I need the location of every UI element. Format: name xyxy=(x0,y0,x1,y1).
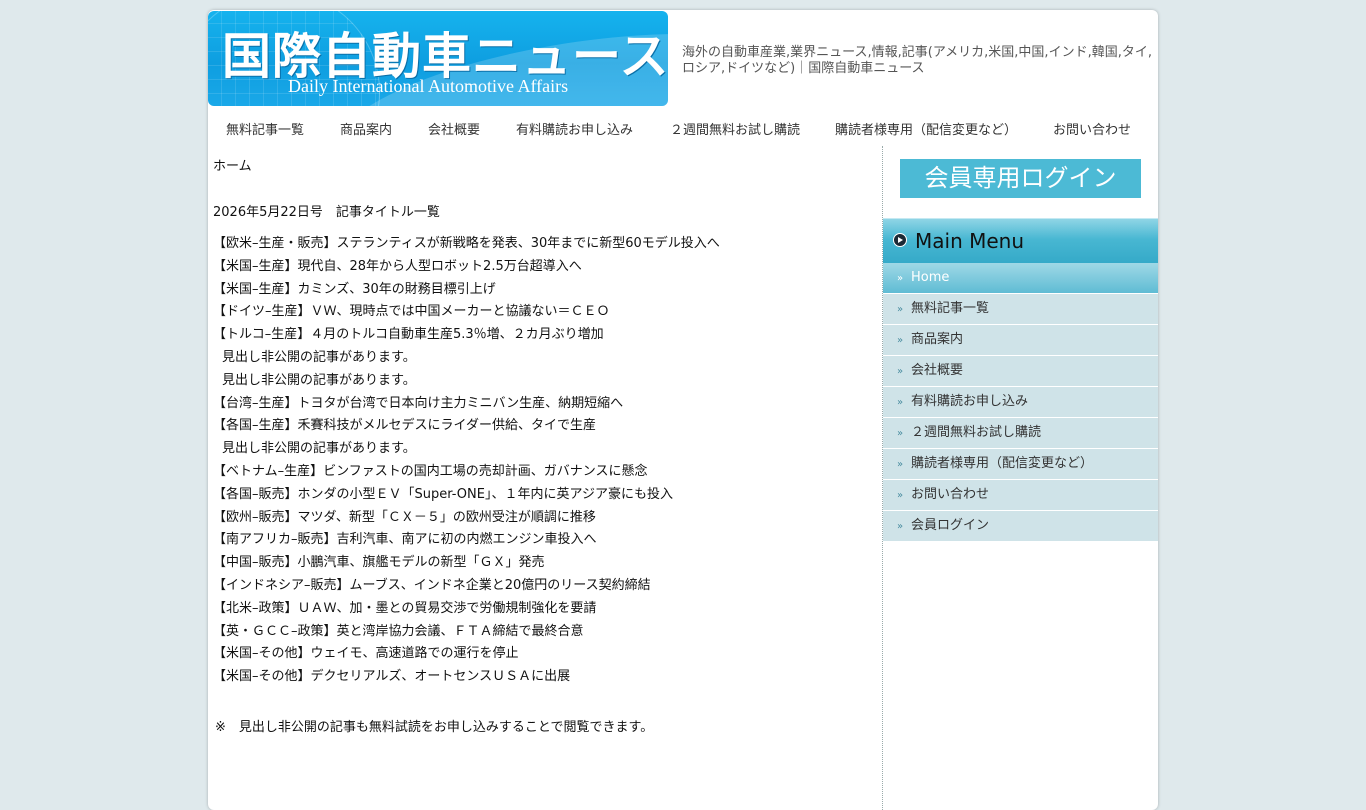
main-content: ホーム 2026年5月22日号 記事タイトル一覧 【欧米–生産・販売】ステランテ… xyxy=(208,146,883,810)
side-menu-item-free-articles[interactable]: » 無料記事一覧 xyxy=(883,294,1158,325)
double-chevron-right-icon: » xyxy=(897,490,904,501)
sidebar: 会員専用ログイン Main Menu » Home » 無料記事一覧 » 商品案内 »… xyxy=(883,146,1158,810)
double-chevron-right-icon: » xyxy=(897,459,904,470)
top-navigation: 無料記事一覧 商品案内 会社概要 有料購読お申し込み ２週間無料お試し購読 購読… xyxy=(208,116,1158,140)
double-chevron-right-icon: » xyxy=(897,428,904,439)
nav-company[interactable]: 会社概要 xyxy=(428,119,480,138)
double-chevron-right-icon: » xyxy=(897,521,904,532)
nav-free-articles[interactable]: 無料記事一覧 xyxy=(226,119,304,138)
main-menu-header: Main Menu xyxy=(883,218,1158,264)
hidden-article-notice: 見出し非公開の記事があります。 xyxy=(222,349,416,365)
article-item[interactable]: 【ドイツ–生産】ＶＷ、現時点では中国メーカーと協議ない＝ＣＥＯ xyxy=(213,301,720,324)
logo-subtitle: Daily International Automotive Affairs xyxy=(288,76,569,96)
article-item[interactable]: 【南アフリカ–販売】吉利汽車、南アに初の内燃エンジン車投入へ xyxy=(213,529,720,552)
side-menu-item-paid-subscription[interactable]: » 有料購読お申し込み xyxy=(883,387,1158,418)
article-list: 【欧米–生産・販売】ステランティスが新戦略を発表、30年までに新型60モデル投入… xyxy=(213,233,720,689)
article-item[interactable]: 【米国–その他】ウェイモ、高速道路での運行を停止 xyxy=(213,643,720,666)
site-tagline: 海外の自動車産業,業界ニュース,情報,記事(アメリカ,米国,中国,インド,韓国,… xyxy=(682,45,1152,76)
side-menu-label: 商品案内 xyxy=(911,332,964,347)
double-chevron-right-icon: » xyxy=(897,335,904,346)
side-menu-label: 有料購読お申し込み xyxy=(911,394,1029,409)
hidden-article-notice: 見出し非公開の記事があります。 xyxy=(222,372,416,388)
nav-products[interactable]: 商品案内 xyxy=(340,119,392,138)
side-menu-item-member-login[interactable]: » 会員ログイン xyxy=(883,511,1158,542)
article-item[interactable]: 【米国–その他】デクセリアルズ、オートセンスＵＳＡに出展 xyxy=(213,666,720,689)
article-item[interactable]: 【台湾–生産】トヨタが台湾で日本向け主力ミニバン生産、納期短縮へ xyxy=(213,393,720,416)
play-circle-icon xyxy=(893,233,907,247)
site-logo[interactable]: 国際自動車ニュース Daily International Automotive… xyxy=(208,11,668,106)
article-item[interactable]: 【北米–政策】ＵＡＷ、加・墨との貿易交渉で労働規制強化を要請 xyxy=(213,598,720,621)
double-chevron-right-icon: » xyxy=(897,366,904,377)
footnote: ※ 見出し非公開の記事も無料試読をお申し込みすることで閲覧できます。 xyxy=(215,720,654,735)
side-menu-item-subscriber-only[interactable]: » 購読者様専用（配信変更など） xyxy=(883,449,1158,480)
article-item[interactable]: 【ベトナム–生産】ビンファストの国内工場の売却計画、ガバナンスに懸念 xyxy=(213,461,720,484)
hidden-article-notice: 見出し非公開の記事があります。 xyxy=(222,441,416,457)
article-item[interactable]: 【中国–販売】小鵬汽車、旗艦モデルの新型「ＧＸ」発売 xyxy=(213,552,720,575)
side-menu-label: 購読者様専用（配信変更など） xyxy=(911,456,1094,471)
main-menu-title: Main Menu xyxy=(915,229,1025,253)
article-item[interactable]: 【米国–生産】カミンズ、30年の財務目標引上げ xyxy=(213,279,720,302)
article-item[interactable]: 【米国–生産】現代自、28年から人型ロボット2.5万台超導入へ xyxy=(213,256,720,279)
side-menu-label: お問い合わせ xyxy=(911,487,990,502)
side-menu-item-products[interactable]: » 商品案内 xyxy=(883,325,1158,356)
article-item[interactable]: 【各国–販売】ホンダの小型ＥＶ「Super-ONE」、１年内に英アジア豪にも投入 xyxy=(213,484,720,507)
nav-subscriber-only[interactable]: 購読者様専用（配信変更など） xyxy=(835,119,1017,138)
side-menu-label: 会社概要 xyxy=(911,363,964,378)
side-menu-item-home[interactable]: » Home xyxy=(883,263,1158,294)
issue-heading: 2026年5月22日号 記事タイトル一覧 xyxy=(213,205,440,220)
side-menu-label: 無料記事一覧 xyxy=(911,301,990,316)
article-item[interactable]: 【インドネシア–販売】ムーブス、インドネ企業と20億円のリース契約締結 xyxy=(213,575,720,598)
breadcrumb[interactable]: ホーム xyxy=(213,155,252,174)
nav-contact[interactable]: お問い合わせ xyxy=(1053,119,1131,138)
side-menu-label: ２週間無料お試し購読 xyxy=(911,425,1042,440)
side-menu-item-company[interactable]: » 会社概要 xyxy=(883,356,1158,387)
double-chevron-right-icon: » xyxy=(897,273,904,284)
page-container: 国際自動車ニュース Daily International Automotive… xyxy=(208,10,1158,810)
article-item[interactable]: 【各国–生産】禾賽科技がメルセデスにライダー供給、タイで生産 xyxy=(213,415,720,438)
side-menu-label: 会員ログイン xyxy=(911,518,990,533)
double-chevron-right-icon: » xyxy=(897,304,904,315)
member-login-button[interactable]: 会員専用ログイン xyxy=(900,159,1141,198)
side-menu-item-contact[interactable]: » お問い合わせ xyxy=(883,480,1158,511)
double-chevron-right-icon: » xyxy=(897,397,904,408)
nav-paid-subscription[interactable]: 有料購読お申し込み xyxy=(516,119,633,138)
side-menu-label: Home xyxy=(911,270,950,285)
article-item[interactable]: 【欧米–生産・販売】ステランティスが新戦略を発表、30年までに新型60モデル投入… xyxy=(213,233,720,256)
side-menu-item-free-trial[interactable]: » ２週間無料お試し購読 xyxy=(883,418,1158,449)
article-item[interactable]: 【欧州–販売】マツダ、新型「ＣＸ－５」の欧州受注が順調に推移 xyxy=(213,507,720,530)
nav-free-trial[interactable]: ２週間無料お試し購読 xyxy=(670,119,800,138)
article-item[interactable]: 【トルコ–生産】４月のトルコ自動車生産5.3％増、２カ月ぶり増加 xyxy=(213,324,720,347)
side-menu: » Home » 無料記事一覧 » 商品案内 » 会社概要 » 有料購読お申し込み » ２週… xyxy=(883,263,1158,542)
article-item[interactable]: 【英・ＧＣＣ–政策】英と湾岸協力会議、ＦＴＡ締結で最終合意 xyxy=(213,621,720,644)
